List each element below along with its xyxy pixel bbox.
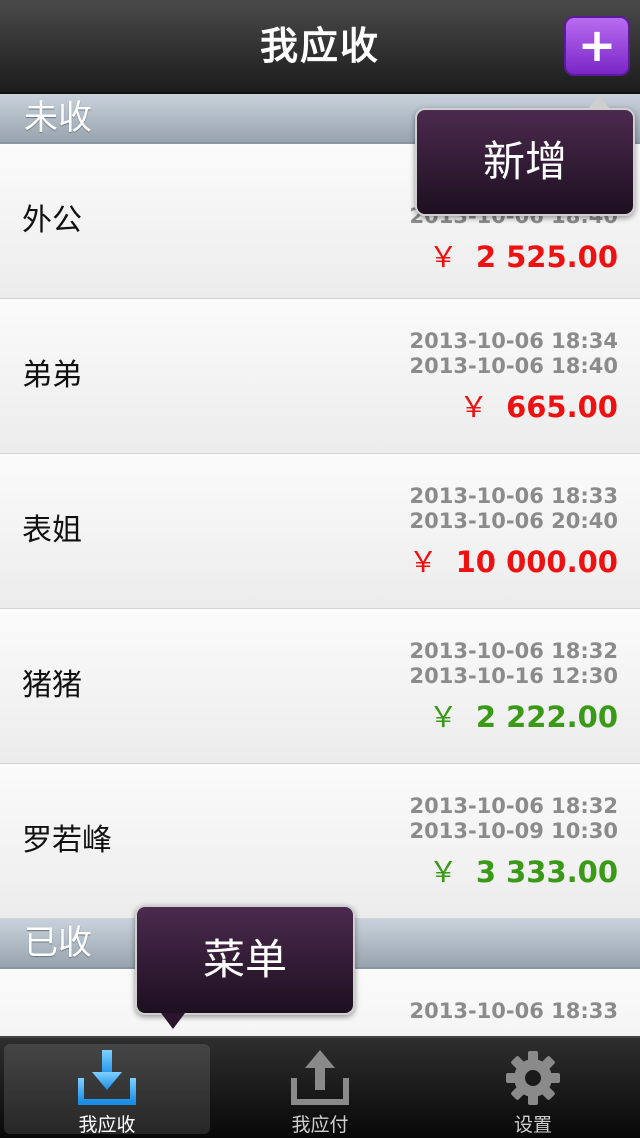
due-date: 2013-10-06 18:40: [409, 354, 618, 378]
tab-label: 我应收: [78, 1114, 136, 1136]
amount: ￥ 2 222.00: [410, 695, 618, 739]
person-name: 罗若峰: [22, 823, 112, 858]
person-name: 外公: [22, 203, 82, 238]
tab-settings[interactable]: 设置: [430, 1044, 636, 1136]
tooltip-menu-label: 菜单: [202, 935, 287, 984]
currency-symbol: ￥: [428, 240, 458, 274]
person-name: 猪猪: [22, 668, 82, 703]
tooltip-arrow: [161, 1013, 185, 1029]
amount-value: 3 333.00: [475, 855, 618, 889]
tooltip-arrow: [587, 96, 611, 110]
created-date: 2013-10-06 18:33: [409, 999, 618, 1023]
person-name: 弟弟: [22, 358, 82, 393]
amount: ￥ 10 000.00: [409, 540, 618, 584]
tab-payables[interactable]: 我应付: [217, 1044, 423, 1136]
due-date: 2013-10-06 20:40: [409, 509, 618, 533]
created-date: 2013-10-06 18:32: [409, 639, 618, 663]
due-date: 2013-10-16 12:30: [409, 664, 618, 688]
currency-symbol: ￥: [459, 390, 489, 424]
amount: ￥ 665.00: [410, 385, 618, 429]
list-item[interactable]: 弟弟 2013-10-06 18:34 2013-10-06 18:40 ￥ 66…: [0, 299, 640, 454]
list-item[interactable]: 表姐 2013-10-06 18:33 2013-10-06 20:40 ￥ 10…: [0, 454, 640, 609]
tab-label: 设置: [513, 1114, 552, 1136]
gear-icon: [506, 1051, 560, 1105]
tab-receivables[interactable]: 我应收: [4, 1044, 210, 1136]
currency-symbol: ￥: [428, 855, 458, 889]
upload-tray-icon: [291, 1050, 349, 1105]
amount-value: 2 222.00: [475, 700, 618, 734]
list-item[interactable]: 罗若峰 2013-10-06 18:32 2013-10-09 10:30 ￥ 3…: [0, 764, 640, 919]
amount: ￥ 2 525.00: [410, 235, 618, 279]
navigation-bar: 我应收 +: [0, 0, 640, 94]
tooltip-new: 新增: [415, 96, 635, 216]
list-item[interactable]: 猪猪 2013-10-06 18:32 2013-10-16 12:30 ￥ 2 …: [0, 609, 640, 764]
amount-value: 665.00: [506, 390, 618, 424]
person-name: 表姐: [22, 513, 82, 548]
tooltip-menu: 菜单: [135, 905, 355, 1029]
tab-bar: 我应收 我应付 设置: [0, 1036, 640, 1138]
amount: ￥ 3 333.00: [410, 850, 618, 894]
download-tray-icon: [78, 1050, 136, 1105]
add-button[interactable]: +: [564, 16, 630, 76]
currency-symbol: ￥: [428, 700, 458, 734]
amount-value: 10 000.00: [455, 545, 618, 579]
created-date: 2013-10-06 18:33: [409, 484, 618, 508]
due-date: 2013-10-09 10:30: [409, 819, 618, 843]
receivables-list[interactable]: 未收 外公 2013-10-06 18:40 ￥ 2 525.00 弟弟 2013…: [0, 94, 640, 1034]
currency-symbol: ￥: [408, 545, 438, 579]
created-date: 2013-10-06 18:34: [409, 329, 618, 353]
tooltip-new-label: 新增: [482, 137, 567, 186]
amount-value: 2 525.00: [475, 240, 618, 274]
tab-label: 我应付: [291, 1114, 349, 1136]
page-title: 我应收: [259, 24, 380, 68]
created-date: 2013-10-06 18:32: [409, 794, 618, 818]
